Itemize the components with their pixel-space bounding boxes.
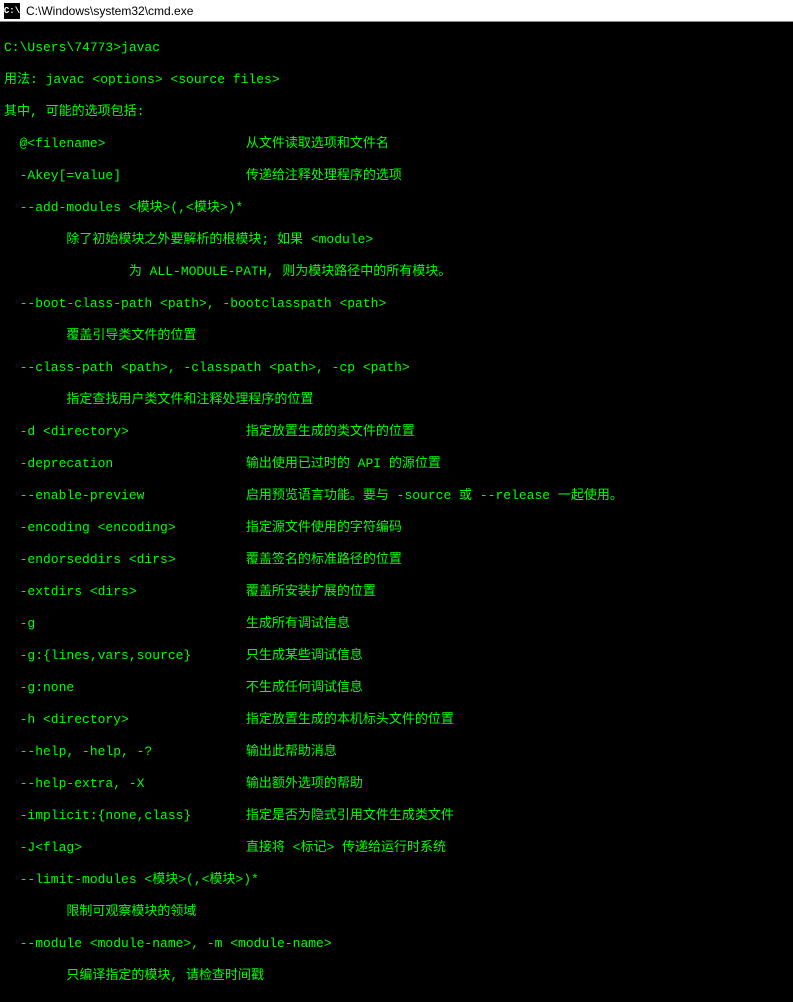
output-line: -g 生成所有调试信息 <box>4 616 789 632</box>
prompt: C:\Users\74773> <box>4 40 121 55</box>
output-line: --add-modules <模块>(,<模块>)* <box>4 200 789 216</box>
output-line: -implicit:{none,class} 指定是否为隐式引用文件生成类文件 <box>4 808 789 824</box>
output-line: 除了初始模块之外要解析的根模块; 如果 <module> <box>4 232 789 248</box>
output-line: --boot-class-path <path>, -bootclasspath… <box>4 296 789 312</box>
cmd-icon: C:\ <box>4 3 20 19</box>
output-line: 指定查找用户类文件和注释处理程序的位置 <box>4 392 789 408</box>
output-line: --help, -help, -? 输出此帮助消息 <box>4 744 789 760</box>
output-line: -extdirs <dirs> 覆盖所安装扩展的位置 <box>4 584 789 600</box>
output-line: 覆盖引导类文件的位置 <box>4 328 789 344</box>
output-line: -d <directory> 指定放置生成的类文件的位置 <box>4 424 789 440</box>
output-line: --limit-modules <模块>(,<模块>)* <box>4 872 789 888</box>
terminal-output[interactable]: C:\Users\74773>javac 用法: javac <options>… <box>0 22 793 1002</box>
output-line: --class-path <path>, -classpath <path>, … <box>4 360 789 376</box>
output-line: --enable-preview 启用预览语言功能。要与 -source 或 -… <box>4 488 789 504</box>
output-line: 用法: javac <options> <source files> <box>4 72 789 88</box>
output-line: 限制可观察模块的领域 <box>4 904 789 920</box>
output-line: --help-extra, -X 输出额外选项的帮助 <box>4 776 789 792</box>
output-line: --module <module-name>, -m <module-name> <box>4 936 789 952</box>
window-title: C:\Windows\system32\cmd.exe <box>26 4 193 18</box>
output-line: -deprecation 输出使用已过时的 API 的源位置 <box>4 456 789 472</box>
output-line: -g:{lines,vars,source} 只生成某些调试信息 <box>4 648 789 664</box>
output-line: 为 ALL-MODULE-PATH, 则为模块路径中的所有模块。 <box>4 264 789 280</box>
output-line: 只编译指定的模块, 请检查时间戳 <box>4 968 789 984</box>
output-line: -J<flag> 直接将 <标记> 传递给运行时系统 <box>4 840 789 856</box>
output-line: -g:none 不生成任何调试信息 <box>4 680 789 696</box>
output-line: -Akey[=value] 传递给注释处理程序的选项 <box>4 168 789 184</box>
output-line: @<filename> 从文件读取选项和文件名 <box>4 136 789 152</box>
output-line: -h <directory> 指定放置生成的本机标头文件的位置 <box>4 712 789 728</box>
window-titlebar: C:\ C:\Windows\system32\cmd.exe <box>0 0 793 22</box>
prompt-line: C:\Users\74773>javac <box>4 40 789 56</box>
output-line: -encoding <encoding> 指定源文件使用的字符编码 <box>4 520 789 536</box>
command: javac <box>121 40 160 55</box>
output-line: 其中, 可能的选项包括: <box>4 104 789 120</box>
output-line: -endorseddirs <dirs> 覆盖签名的标准路径的位置 <box>4 552 789 568</box>
